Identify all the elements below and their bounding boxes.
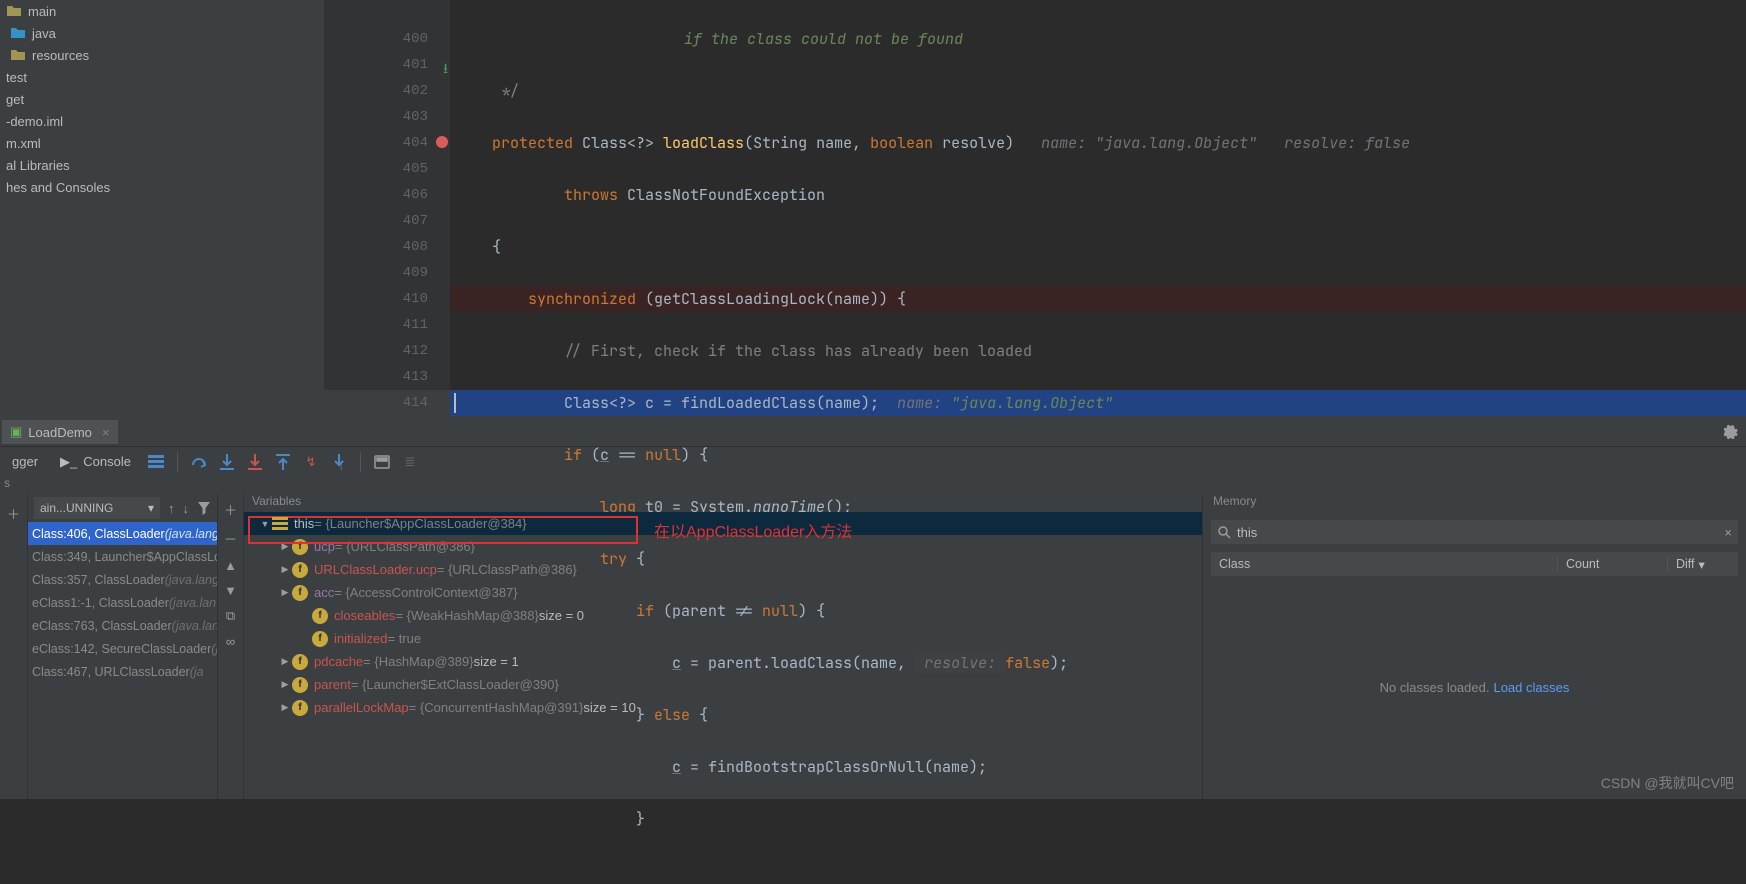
debug-side-toolbar: ＋ [0, 494, 28, 799]
stack-frame[interactable]: eClass:763, ClassLoader (java.lan [28, 614, 217, 637]
tree-label: hes and Consoles [6, 180, 110, 195]
filter-icon[interactable] [197, 501, 211, 515]
tree-label: -demo.iml [6, 114, 63, 129]
run-tab[interactable]: ▣ LoadDemo × [2, 420, 118, 444]
field-icon: f [292, 562, 308, 578]
stack-frame[interactable]: eClass:142, SecureClassLoader (j [28, 637, 217, 660]
tree-label: resources [32, 48, 89, 63]
tree-item[interactable]: test [0, 66, 324, 88]
tree-label: java [32, 26, 56, 41]
tree-item[interactable]: java [0, 22, 324, 44]
run-to-cursor-icon[interactable]: I [331, 454, 347, 470]
field-icon: f [292, 585, 308, 601]
tree-item[interactable]: main [0, 0, 324, 22]
force-step-into-icon[interactable] [247, 454, 263, 470]
folder-icon [10, 25, 26, 41]
stack-frame[interactable]: Class:357, ClassLoader (java.lang [28, 568, 217, 591]
step-into-icon[interactable] [219, 454, 235, 470]
stack-frame[interactable]: Class:406, ClassLoader (java.lang [28, 522, 217, 545]
trace-icon[interactable]: ≣ [402, 454, 418, 470]
field-icon: f [292, 539, 308, 555]
expand-arrow-icon[interactable] [298, 634, 312, 644]
glasses-icon[interactable]: ∞ [226, 634, 235, 649]
gutter: 400 401⭳ 402 403 404 405 406 407 408 409… [325, 0, 450, 390]
console-tab[interactable]: ▶_Console [50, 450, 141, 474]
svg-text:I: I [340, 463, 342, 470]
expand-arrow-icon[interactable]: ▶ [278, 702, 292, 713]
tree-label: al Libraries [6, 158, 70, 173]
stack-icon [272, 517, 288, 531]
stack-frame[interactable]: Class:467, URLClassLoader (ja [28, 660, 217, 683]
tree-item[interactable]: resources [0, 44, 324, 66]
folder-icon [6, 3, 22, 19]
stack-frame[interactable]: eClass1:-1, ClassLoader (java.lan [28, 591, 217, 614]
override-icon[interactable]: ⭳ [432, 57, 448, 73]
tree-item[interactable]: al Libraries [0, 154, 324, 176]
step-over-icon[interactable] [191, 454, 207, 470]
variable-row[interactable]: fcloseables = {WeakHashMap@388} size = 0 [244, 604, 1202, 627]
expand-arrow-icon[interactable]: ▶ [278, 564, 292, 575]
current-execution-line: Class<?> c = findLoadedClass(name); name… [450, 390, 1746, 416]
tree-label: main [28, 4, 56, 19]
expand-arrow-icon[interactable]: ▶ [278, 656, 292, 667]
tree-item[interactable]: m.xml [0, 132, 324, 154]
code-editor[interactable]: 400 401⭳ 402 403 404 405 406 407 408 409… [325, 0, 1746, 390]
watermark: CSDN @我就叫CV吧 [1601, 773, 1734, 793]
debugger-tab[interactable]: gger [2, 450, 48, 473]
up-icon[interactable]: ▲ [224, 558, 237, 573]
thread-selector[interactable]: ain...UNNING▾ [34, 497, 160, 519]
variables-panel: Variables 在以AppClassLoader入方法 ▼this = {L… [244, 494, 1203, 799]
chevron-down-icon: ▾ [148, 501, 154, 515]
annotation-text: 在以AppClassLoader入方法 [654, 518, 852, 542]
down-icon[interactable]: ▼ [224, 583, 237, 598]
tree-item[interactable]: -demo.iml [0, 110, 324, 132]
console-icon: ▶_ [60, 454, 77, 470]
expand-arrow-icon[interactable]: ▼ [258, 519, 272, 529]
copy-icon[interactable]: ⧉ [226, 608, 235, 624]
add-icon[interactable]: ＋ [7, 504, 20, 523]
run-tabs: ▣ LoadDemo × [0, 418, 1746, 446]
variable-row[interactable]: ▶facc = {AccessControlContext@387} [244, 581, 1202, 604]
vars-side-toolbar: ＋ － ▲ ▼ ⧉ ∞ [218, 494, 244, 799]
project-tree[interactable]: main java resources test get -demo.iml m… [0, 0, 325, 390]
tree-label: get [6, 92, 24, 107]
tree-item[interactable]: get [0, 88, 324, 110]
close-icon[interactable]: × [102, 425, 110, 440]
folder-icon [10, 47, 26, 63]
field-icon: f [312, 608, 328, 624]
expand-arrow-icon[interactable]: ▶ [278, 541, 292, 552]
gear-icon[interactable] [1722, 424, 1738, 440]
expand-arrow-icon[interactable] [298, 611, 312, 621]
field-icon: f [312, 631, 328, 647]
breakpoint-icon[interactable] [436, 136, 448, 148]
layout-icon[interactable] [148, 454, 164, 470]
variable-row[interactable]: finitialized = true [244, 627, 1202, 650]
field-icon: f [292, 654, 308, 670]
step-out-icon[interactable] [275, 454, 291, 470]
evaluate-icon[interactable] [374, 454, 390, 470]
variable-row[interactable]: ▶fparent = {Launcher$ExtClassLoader@390} [244, 673, 1202, 696]
variable-row[interactable]: ▶fparallelLockMap = {ConcurrentHashMap@3… [244, 696, 1202, 719]
next-frame-icon[interactable]: ↓ [183, 501, 190, 516]
expand-arrow-icon[interactable]: ▶ [278, 679, 292, 690]
tree-label: m.xml [6, 136, 41, 151]
drop-frame-icon[interactable]: ↯ [303, 454, 319, 470]
expand-arrow-icon[interactable]: ▶ [278, 587, 292, 598]
remove-icon[interactable]: － [224, 529, 237, 548]
code-content[interactable]: if the class could not be found */ prote… [450, 0, 1746, 390]
stack-frame[interactable]: Class:349, Launcher$AppClassLoad [28, 545, 217, 568]
new-watch-icon[interactable]: ＋ [224, 500, 237, 519]
prev-frame-icon[interactable]: ↑ [168, 501, 175, 516]
field-icon: f [292, 677, 308, 693]
variable-row[interactable]: ▶fURLClassLoader.ucp = {URLClassPath@386… [244, 558, 1202, 581]
inline-hint: name: [897, 393, 951, 413]
run-config-icon: ▣ [10, 424, 22, 440]
field-icon: f [292, 700, 308, 716]
tree-label: test [6, 70, 27, 85]
frames-panel: ain...UNNING▾ ↑ ↓ Class:406, ClassLoader… [28, 494, 218, 799]
variable-row[interactable]: ▶fpdcache = {HashMap@389} size = 1 [244, 650, 1202, 673]
tree-item[interactable]: hes and Consoles [0, 176, 324, 198]
run-tab-label: LoadDemo [28, 425, 92, 440]
